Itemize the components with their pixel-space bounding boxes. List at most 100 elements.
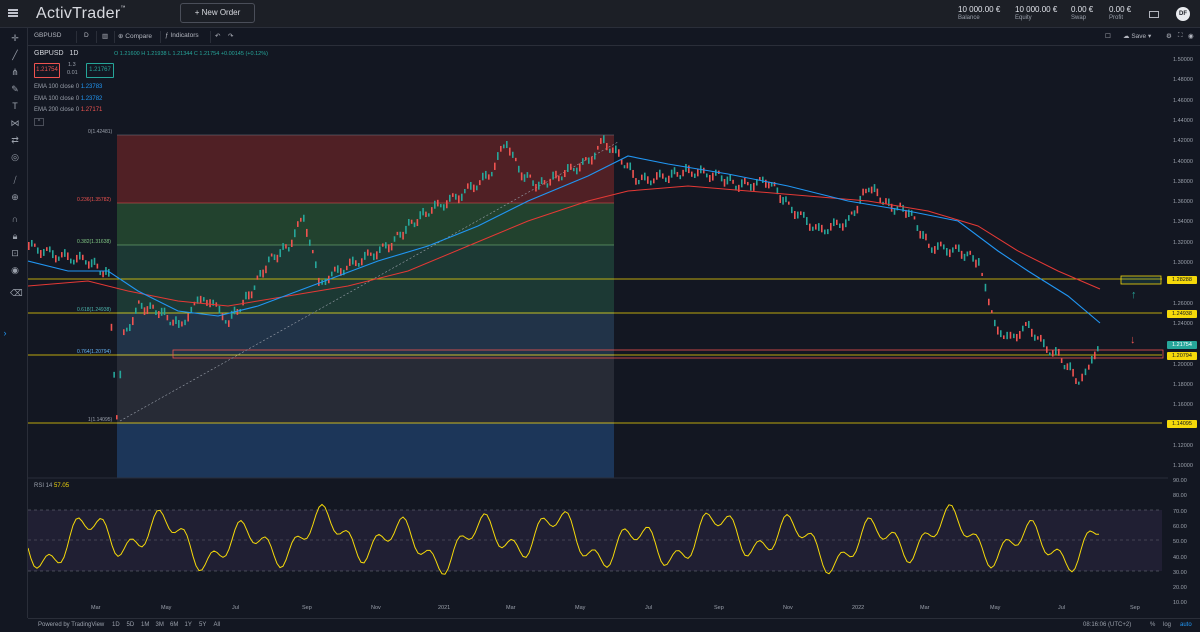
candle xyxy=(485,170,487,179)
down-arrow-icon: ↓ xyxy=(1130,334,1136,346)
profit-stat[interactable]: 0.00 € Profit xyxy=(1109,5,1131,21)
ruler-icon[interactable]: ⧸ xyxy=(10,175,20,185)
candle xyxy=(390,242,393,251)
candle xyxy=(644,172,646,181)
candle xyxy=(618,149,620,157)
candle xyxy=(512,151,514,158)
candle xyxy=(797,211,799,219)
redo-icon[interactable]: ↷ xyxy=(228,32,233,40)
settings-icon[interactable]: ⚙ xyxy=(1166,32,1172,40)
candle xyxy=(791,206,793,214)
log-toggle[interactable]: log xyxy=(1163,622,1171,628)
layout-icon[interactable]: ☐ xyxy=(1105,32,1111,40)
range-button[interactable]: All xyxy=(214,622,221,628)
candle xyxy=(331,271,333,277)
screenshot-icon[interactable]: ◉ xyxy=(1188,32,1194,40)
range-button[interactable]: 3M xyxy=(156,622,164,628)
trend-line-icon[interactable]: ╱ xyxy=(10,50,20,60)
candle xyxy=(187,313,189,322)
avatar[interactable]: DF xyxy=(1176,7,1190,21)
price-chart[interactable]: ↑ ↓ xyxy=(28,46,1168,618)
price-axis-label: 1.46000 xyxy=(1173,97,1193,104)
candle xyxy=(337,265,339,273)
text-tool-icon[interactable]: T xyxy=(10,101,20,111)
eye-icon[interactable]: ◉ xyxy=(10,265,20,275)
range-button[interactable]: 6M xyxy=(170,622,178,628)
crosshair-icon[interactable]: ✛ xyxy=(10,33,20,43)
indicators-button[interactable]: ƒ Indicators xyxy=(165,32,199,39)
candle xyxy=(446,200,448,209)
buy-price-box[interactable]: 1.21767 xyxy=(86,63,114,78)
percent-toggle[interactable]: % xyxy=(1150,622,1155,628)
candle xyxy=(1009,331,1012,339)
range-button[interactable]: 1D xyxy=(112,622,120,628)
lock-icon[interactable]: 🔒︎ xyxy=(10,231,20,241)
shapes-icon[interactable]: ◎ xyxy=(10,152,20,162)
candle xyxy=(135,307,137,314)
magnet-icon[interactable]: ∩ xyxy=(10,214,20,224)
prediction-icon[interactable]: ⇄ xyxy=(10,135,20,145)
range-button[interactable]: 1Y xyxy=(185,622,192,628)
zoom-icon[interactable]: ⊕ xyxy=(10,192,20,202)
candle xyxy=(824,229,826,235)
fib-tool-icon[interactable]: ⋔ xyxy=(10,67,20,77)
candle xyxy=(1003,335,1005,340)
undo-icon[interactable]: ↶ xyxy=(215,32,220,40)
interval-selector[interactable]: D xyxy=(84,32,89,39)
save-button[interactable]: ☁ Save ▾ xyxy=(1123,32,1151,40)
chart-type-icon[interactable]: ▥ xyxy=(102,32,108,40)
candle xyxy=(720,175,723,182)
time-axis-label: Nov xyxy=(371,605,381,611)
price-axis-label: 1.12000 xyxy=(1173,442,1193,449)
spread-bottom: 0.01 xyxy=(67,70,78,76)
candle xyxy=(594,152,596,160)
fullscreen-icon[interactable]: ⛶ xyxy=(1178,32,1183,40)
candle xyxy=(958,244,960,252)
candle xyxy=(1037,336,1039,340)
candle xyxy=(34,243,36,247)
equity-stat: 10 000.00 € Equity xyxy=(1015,5,1058,21)
candle xyxy=(853,210,856,217)
price-axis-label: 1.40000 xyxy=(1173,158,1193,165)
candle xyxy=(242,299,244,306)
candle xyxy=(138,300,140,304)
time-axis-label: Jul xyxy=(1058,605,1066,611)
candle xyxy=(108,268,110,277)
compare-button[interactable]: ⊕ Compare xyxy=(118,32,152,40)
legend-symbol: GBPUSD 1D xyxy=(34,50,79,57)
price-axis-label: 1.20000 xyxy=(1173,361,1193,368)
candle xyxy=(361,258,363,266)
auto-toggle[interactable]: auto xyxy=(1180,622,1192,628)
candle xyxy=(373,253,375,261)
brush-icon[interactable]: ✎ xyxy=(10,84,20,94)
candle xyxy=(1006,331,1008,340)
candle xyxy=(940,241,942,247)
range-button[interactable]: 1M xyxy=(141,622,149,628)
sell-price-box[interactable]: 1.21754 xyxy=(34,63,60,78)
collapse-legend-icon[interactable]: ^ xyxy=(34,118,44,126)
fib-zone-1 xyxy=(117,203,614,245)
candle xyxy=(250,291,253,299)
pattern-icon[interactable]: ⋈ xyxy=(10,118,20,128)
range-button[interactable]: 5Y xyxy=(199,622,206,628)
candle xyxy=(443,204,445,211)
candle xyxy=(473,184,475,193)
price-axis-label: 1.16000 xyxy=(1173,402,1193,409)
candle xyxy=(248,291,250,300)
range-button[interactable]: 5D xyxy=(127,622,135,628)
hamburger-menu-icon[interactable] xyxy=(8,9,18,17)
lock-drawings-icon[interactable]: ⊡ xyxy=(10,248,20,258)
powered-by[interactable]: Powered by TradingView xyxy=(38,622,104,628)
expand-panel-icon[interactable]: › xyxy=(0,328,10,338)
symbol-search[interactable]: GBPUSD xyxy=(34,32,61,39)
new-order-button[interactable]: + New Order xyxy=(180,3,255,23)
candle xyxy=(555,170,557,179)
candle xyxy=(576,167,578,175)
candle xyxy=(31,239,33,247)
price-tag: 1.14095 xyxy=(1167,420,1197,428)
mail-icon[interactable] xyxy=(1149,11,1159,18)
candle xyxy=(966,251,969,257)
candle xyxy=(143,307,146,315)
trash-icon[interactable]: ⌫ xyxy=(10,288,23,298)
candle xyxy=(626,162,629,169)
